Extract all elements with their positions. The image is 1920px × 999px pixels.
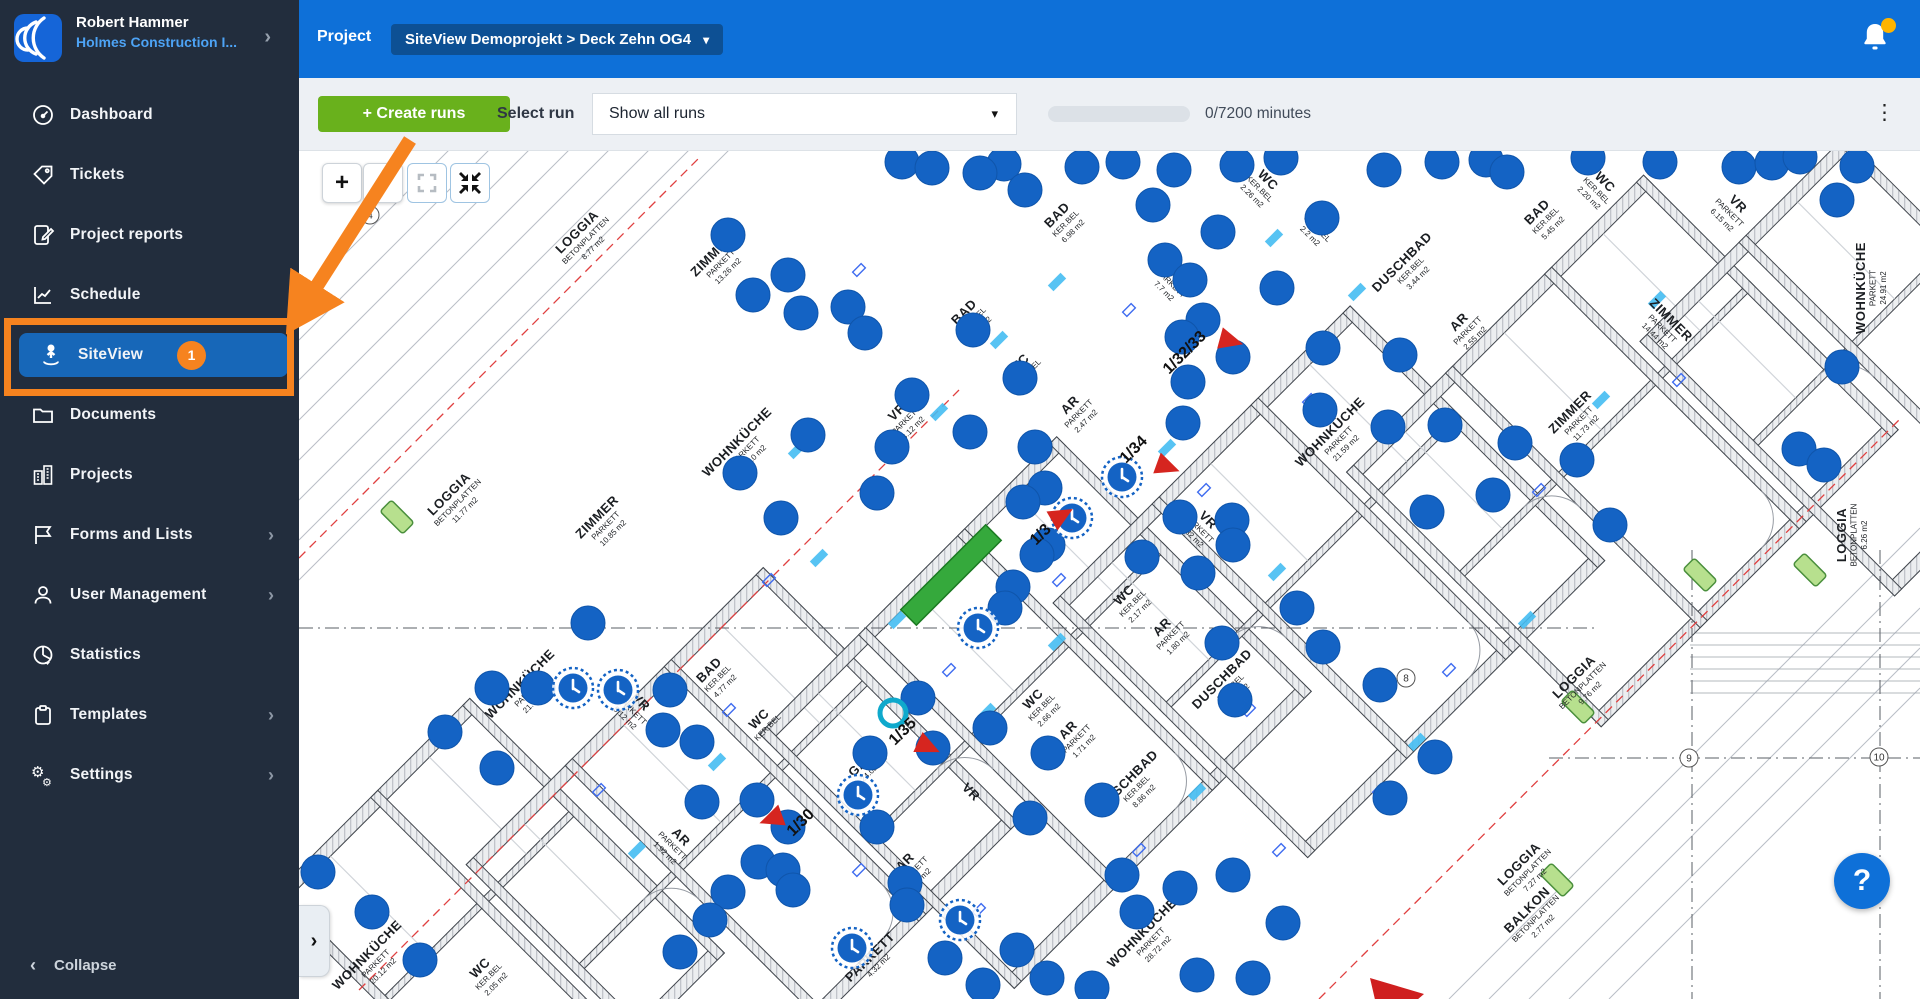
notification-dot	[1881, 18, 1896, 33]
sidebar-item-forms-and-lists[interactable]: Forms and Lists ›	[11, 513, 288, 557]
documents-icon	[30, 402, 56, 428]
sidebar-item-label: User Management	[70, 586, 207, 604]
top-header: Project SiteView Demoprojekt > Deck Zehn…	[299, 0, 1920, 78]
svg-text:ARPARKETT1.80 m2: ARPARKETT1.80 m2	[1144, 609, 1194, 659]
project-selector-value: SiteView Demoprojekt > Deck Zehn OG4	[405, 31, 691, 48]
user-name: Robert Hammer	[76, 13, 256, 33]
compress-arrows-icon	[459, 172, 481, 194]
collapse-label: Collapse	[54, 957, 117, 974]
minutes-progress-text: 0/7200 minutes	[1205, 105, 1311, 123]
project-label: Project	[317, 28, 371, 46]
sidebar-item-project-reports[interactable]: Project reports	[11, 213, 288, 257]
sidebar-item-siteview[interactable]: SiteView 1	[19, 333, 288, 377]
app-logo	[14, 14, 62, 62]
svg-text:4: 4	[367, 211, 373, 222]
minutes-progress-bar	[1048, 106, 1190, 122]
statistics-icon	[30, 642, 56, 668]
svg-text:⚙: ⚙	[42, 777, 52, 788]
siteview-icon	[38, 342, 64, 368]
fit-view-button[interactable]	[407, 163, 447, 203]
runs-filter-select[interactable]: Show all runs ▾	[592, 93, 1017, 135]
sidebar-item-label: Settings	[70, 766, 133, 784]
sidebar-item-label: Forms and Lists	[70, 526, 193, 544]
siteview-count-badge: 1	[177, 341, 206, 370]
kebab-menu-icon[interactable]: ⋮	[1874, 100, 1894, 125]
settings-icon: ⚙⚙	[30, 762, 56, 788]
project-selector[interactable]: SiteView Demoprojekt > Deck Zehn OG4 ▾	[391, 24, 723, 55]
floor-plan-drawing: 4 8 9 10 LOGGIABETONPLATTEN8.77 m2 ZIMMERPARK…	[299, 150, 1920, 999]
chevron-right-icon[interactable]: ›	[264, 26, 271, 49]
svg-text:WCKER.BEL2.05 m2: WCKER.BEL2.05 m2	[463, 950, 512, 999]
sidebar-item-label: Tickets	[70, 166, 125, 184]
center-view-button[interactable]	[450, 163, 490, 203]
caret-down-icon: ▾	[991, 106, 998, 122]
sidebar-item-templates[interactable]: Templates ›	[11, 693, 288, 737]
chevron-right-icon: ›	[268, 705, 274, 726]
svg-text:BADKER.BEL5.45 m2: BADKER.BEL5.45 m2	[1520, 194, 1569, 243]
svg-text:BADKER.BEL6.98 m2: BADKER.BEL6.98 m2	[1040, 197, 1089, 246]
svg-text:VRPARKETT6.15 m2: VRPARKETT6.15 m2	[1706, 186, 1756, 236]
sidebar-nav: Dashboard Tickets Project reports Schedule S…	[0, 93, 299, 813]
runs-toolbar: + Create runs Select run Show all runs ▾…	[299, 78, 1920, 151]
sidebar-item-label: Dashboard	[70, 106, 153, 124]
open-panel-tab[interactable]: ›	[299, 905, 330, 977]
sidebar-item-label: Projects	[70, 466, 133, 484]
zoom-out-button[interactable]: −	[363, 163, 403, 203]
forms-icon	[30, 522, 56, 548]
sidebar-item-label: Project reports	[70, 226, 183, 244]
sidebar-item-label: Statistics	[70, 646, 141, 664]
svg-text:ARPARKETT2.47 m2: ARPARKETT2.47 m2	[1052, 387, 1102, 437]
notifications-bell[interactable]	[1860, 20, 1894, 54]
schedule-icon	[30, 282, 56, 308]
templates-icon	[30, 702, 56, 728]
svg-text:LOGGIABETONPLATTEN8.77 m2: LOGGIABETONPLATTEN8.77 m2	[549, 204, 618, 273]
sidebar-item-user-management[interactable]: User Management ›	[11, 573, 288, 617]
svg-text:9: 9	[1686, 754, 1692, 765]
sidebar-item-label: Templates	[70, 706, 147, 724]
reports-icon	[30, 222, 56, 248]
chevron-right-icon: ›	[268, 585, 274, 606]
dashboard-icon	[30, 102, 56, 128]
sidebar-item-label: Schedule	[70, 286, 141, 304]
chevron-right-icon: ›	[268, 525, 274, 546]
sidebar: Robert Hammer Holmes Construction I... ›…	[0, 0, 299, 999]
select-run-label: Select run	[497, 105, 574, 123]
sidebar-collapse-button[interactable]: ‹ Collapse	[0, 943, 299, 987]
svg-text:8: 8	[1403, 674, 1409, 685]
sidebar-item-label: SiteView	[78, 346, 143, 364]
tickets-icon	[30, 162, 56, 188]
sidebar-item-schedule[interactable]: Schedule	[11, 273, 288, 317]
sidebar-item-statistics[interactable]: Statistics	[11, 633, 288, 677]
svg-text:LOGGIABETONPLATTEN11.77 m2: LOGGIABETONPLATTEN11.77 m2	[421, 466, 490, 535]
sidebar-item-projects[interactable]: Projects	[11, 453, 288, 497]
svg-text:10: 10	[1873, 753, 1885, 764]
users-icon	[30, 582, 56, 608]
user-company: Holmes Construction I...	[76, 33, 256, 52]
sidebar-item-dashboard[interactable]: Dashboard	[11, 93, 288, 137]
svg-text:DUSCHBADKER.BEL3.44 m2: DUSCHBADKER.BEL3.44 m2	[1369, 229, 1449, 309]
svg-text:ZIMMERPARKETT10.85 m2: ZIMMERPARKETT10.85 m2	[572, 492, 635, 555]
expand-corners-icon	[417, 173, 437, 193]
siteview-plan-canvas[interactable]: 4 8 9 10 LOGGIABETONPLATTEN8.77 m2 ZIMMERPARK…	[299, 150, 1920, 999]
create-runs-button[interactable]: + Create runs	[318, 96, 510, 132]
projects-icon	[30, 462, 56, 488]
chevron-right-icon: ›	[268, 765, 274, 786]
chevron-left-icon: ‹	[30, 955, 36, 976]
sidebar-item-settings[interactable]: ⚙⚙ Settings ›	[11, 753, 288, 797]
sidebar-item-documents[interactable]: Documents	[11, 393, 288, 437]
sidebar-item-tickets[interactable]: Tickets	[11, 153, 288, 197]
caret-down-icon: ▾	[703, 33, 709, 47]
sidebar-item-label: Documents	[70, 406, 156, 424]
runs-filter-value: Show all runs	[609, 105, 705, 123]
zoom-in-button[interactable]: +	[322, 163, 362, 203]
help-button[interactable]: ?	[1834, 853, 1890, 909]
sidebar-user-header[interactable]: Robert Hammer Holmes Construction I... ›	[0, 0, 299, 78]
